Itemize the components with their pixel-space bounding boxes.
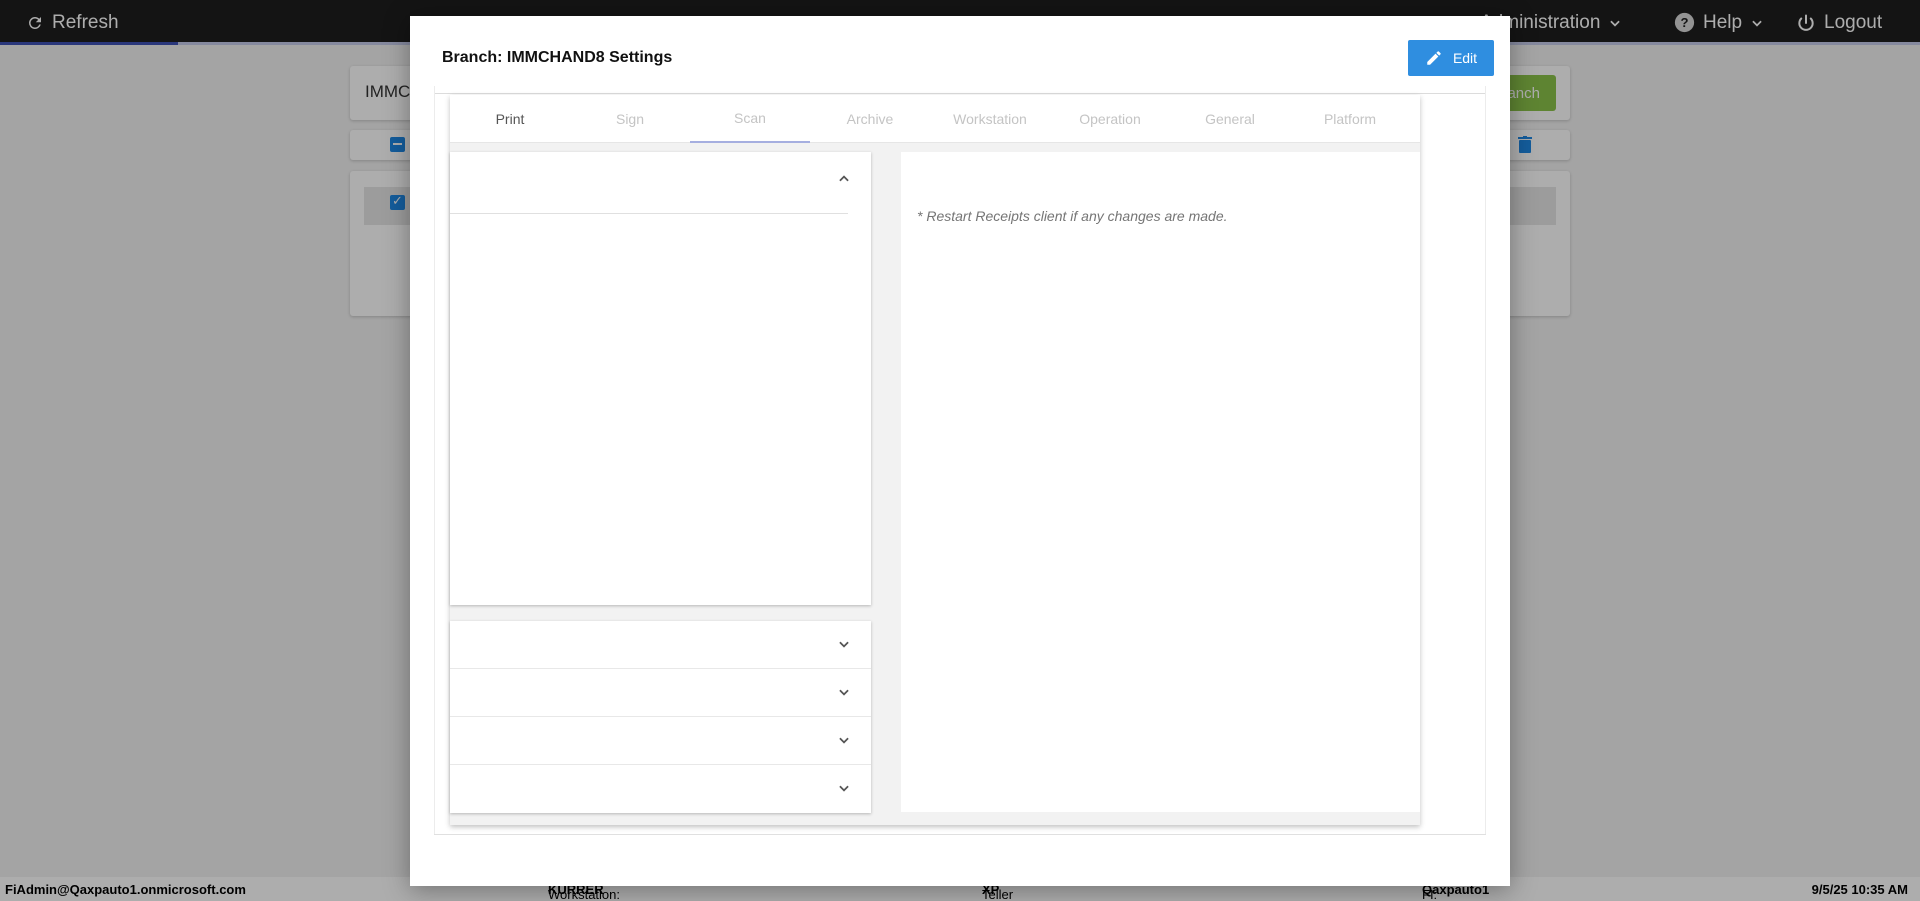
settings-tabs: Print Sign Scan Archive Workstation Oper…: [450, 95, 1420, 143]
expanded-settings-panel: [450, 152, 871, 605]
tab-archive[interactable]: Archive: [810, 95, 930, 143]
restart-note: * Restart Receipts client if any changes…: [917, 208, 1228, 224]
edit-label: Edit: [1452, 50, 1478, 66]
chevron-up-icon[interactable]: [837, 172, 851, 186]
dialog-divider: [434, 834, 1486, 835]
tab-general[interactable]: General: [1170, 95, 1290, 143]
chevron-down-icon: [839, 689, 849, 696]
tab-print[interactable]: Print: [450, 95, 570, 143]
branch-settings-dialog: Branch: IMMCHAND8 Settings Edit Print Si…: [410, 16, 1510, 886]
tab-workstation[interactable]: Workstation: [930, 95, 1050, 143]
edit-button[interactable]: Edit: [1408, 40, 1494, 76]
tab-platform[interactable]: Platform: [1290, 95, 1410, 143]
accordion-row[interactable]: [450, 669, 871, 717]
dialog-border-left: [434, 86, 435, 835]
settings-detail-panel: * Restart Receipts client if any changes…: [901, 152, 1420, 812]
accordion-row[interactable]: [450, 765, 871, 813]
chevron-down-icon: [839, 737, 849, 744]
accordion-row[interactable]: [450, 717, 871, 765]
chevron-down-icon: [839, 641, 849, 648]
tab-sign[interactable]: Sign: [570, 95, 690, 143]
accordion-row[interactable]: [450, 621, 871, 669]
chevron-down-icon: [839, 785, 849, 792]
pencil-icon: [1427, 51, 1441, 65]
collapsed-settings-panels: [450, 621, 871, 813]
tab-operation[interactable]: Operation: [1050, 95, 1170, 143]
panel-header-divider: [450, 213, 848, 214]
settings-card: Print Sign Scan Archive Workstation Oper…: [450, 95, 1420, 825]
tab-scan[interactable]: Scan: [690, 95, 810, 143]
dialog-border-right: [1485, 86, 1486, 835]
dialog-title: Branch: IMMCHAND8 Settings: [442, 49, 673, 66]
dialog-header: Branch: IMMCHAND8 Settings Edit: [434, 40, 1494, 94]
